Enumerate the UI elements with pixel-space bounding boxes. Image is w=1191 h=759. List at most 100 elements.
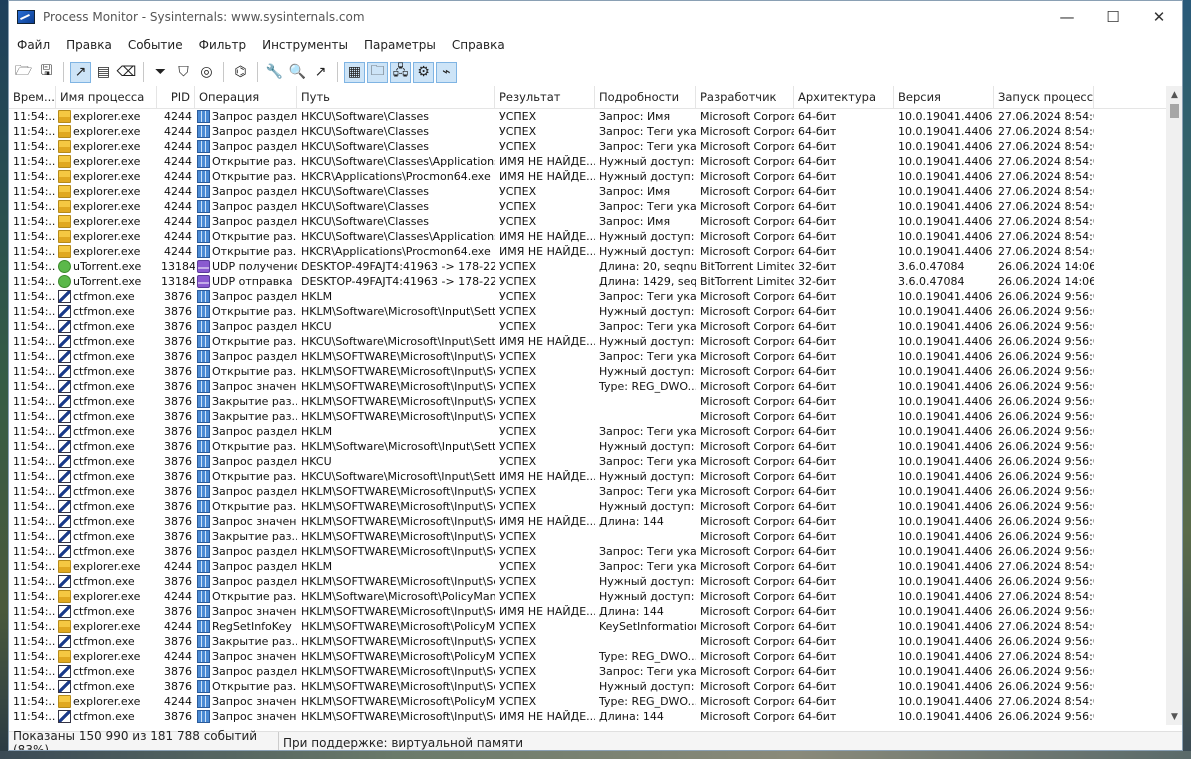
column-header-start-time[interactable]: Запуск процесса xyxy=(994,86,1094,108)
table-row[interactable]: 11:54:... ctfmon.exe 3876 Запрос раздела HKL… xyxy=(9,289,1166,304)
close-button[interactable]: ✕ xyxy=(1136,1,1182,32)
minimize-button[interactable]: — xyxy=(1044,1,1090,32)
show-profiling-icon[interactable]: ⌁ xyxy=(436,61,457,83)
table-row[interactable]: 11:54:... explorer.exe 4244 Запрос раздела H… xyxy=(9,109,1166,124)
table-row[interactable]: 11:54:... ctfmon.exe 3876 Открытие раз... HK… xyxy=(9,499,1166,514)
process-tree-icon[interactable]: ⌬ xyxy=(230,62,251,83)
cell-operation: Закрытие раз... xyxy=(195,409,297,424)
table-row[interactable]: 11:54:... ctfmon.exe 3876 Запрос значен... H… xyxy=(9,379,1166,394)
cell-pid: 3876 xyxy=(164,530,192,543)
table-row[interactable]: 11:54:... explorer.exe 4244 Запрос раздела H… xyxy=(9,214,1166,229)
scroll-down-arrow-icon[interactable]: ▼ xyxy=(1166,708,1182,725)
table-row[interactable]: 11:54:... ctfmon.exe 3876 Запрос раздела HKC… xyxy=(9,454,1166,469)
operation-name: Запрос раздела xyxy=(212,560,297,573)
table-row[interactable]: 11:54:... explorer.exe 4244 Запрос значен..… xyxy=(9,694,1166,709)
menu-edit[interactable]: Правка xyxy=(58,38,120,52)
menu-file[interactable]: Файл xyxy=(9,38,58,52)
show-process-icon[interactable]: ⚙ xyxy=(413,61,434,83)
autoscroll-icon[interactable]: ▤ xyxy=(93,62,114,83)
table-row[interactable]: 11:54:... ctfmon.exe 3876 Закрытие раз... HK… xyxy=(9,634,1166,649)
column-header-version[interactable]: Версия xyxy=(894,86,994,108)
table-row[interactable]: 11:54:... explorer.exe 4244 RegSetInfoKey HK… xyxy=(9,619,1166,634)
table-row[interactable]: 11:54:... ctfmon.exe 3876 Открытие раз... HK… xyxy=(9,364,1166,379)
cell-path: HKCU\Software\Classes\Applications\... xyxy=(301,230,495,243)
vertical-scrollbar[interactable]: ▲ ▼ xyxy=(1166,86,1182,725)
table-row[interactable]: 11:54:... ctfmon.exe 3876 Запрос раздела HKL… xyxy=(9,544,1166,559)
table-row[interactable]: 11:54:... ctfmon.exe 3876 Запрос значен... H… xyxy=(9,709,1166,724)
column-header-detail[interactable]: Подробности xyxy=(595,86,696,108)
table-row[interactable]: 11:54:... ctfmon.exe 3876 Запрос раздела HKL… xyxy=(9,574,1166,589)
table-row[interactable]: 11:54:... ctfmon.exe 3876 Запрос раздела HKL… xyxy=(9,664,1166,679)
table-row[interactable]: 11:54:... explorer.exe 4244 Запрос раздела H… xyxy=(9,124,1166,139)
menu-filter[interactable]: Фильтр xyxy=(191,38,254,52)
column-header-path[interactable]: Путь xyxy=(297,86,495,108)
cell-architecture: 64-бит xyxy=(798,440,837,453)
table-row[interactable]: 11:54:... explorer.exe 4244 Запрос раздела H… xyxy=(9,199,1166,214)
table-row[interactable]: 11:54:... explorer.exe 4244 Запрос значен..… xyxy=(9,649,1166,664)
filter-icon[interactable]: ⏷ xyxy=(150,62,171,83)
table-row[interactable]: 11:54:... ctfmon.exe 3876 Запрос раздела HKC… xyxy=(9,319,1166,334)
table-row[interactable]: 11:54:... explorer.exe 4244 Запрос раздела H… xyxy=(9,559,1166,574)
cell-pid: 3876 xyxy=(164,605,192,618)
properties-icon[interactable]: 🔧 xyxy=(264,62,285,83)
table-row[interactable]: 11:54:... ctfmon.exe 3876 Запрос значен... H… xyxy=(9,604,1166,619)
column-header-architecture[interactable]: Архитектура xyxy=(794,86,894,108)
table-row[interactable]: 11:54:... ctfmon.exe 3876 Открытие раз... HK… xyxy=(9,469,1166,484)
find-icon[interactable]: 🔍 xyxy=(287,62,308,83)
scrollbar-thumb[interactable] xyxy=(1170,104,1179,118)
menu-help[interactable]: Справка xyxy=(444,38,513,52)
cell-result: УСПЕХ xyxy=(499,140,537,153)
include-process-icon[interactable]: ◎ xyxy=(196,62,217,83)
table-row[interactable]: 11:54:... ctfmon.exe 3876 Запрос значен... H… xyxy=(9,514,1166,529)
registry-operation-icon xyxy=(197,695,210,708)
maximize-button[interactable]: ☐ xyxy=(1090,1,1136,32)
table-row[interactable]: 11:54:... ctfmon.exe 3876 Запрос раздела HKL… xyxy=(9,424,1166,439)
menu-options[interactable]: Параметры xyxy=(356,38,444,52)
show-filesystem-icon[interactable]: 🗀 xyxy=(367,61,388,83)
table-row[interactable]: 11:54:... explorer.exe 4244 Запрос раздела H… xyxy=(9,139,1166,154)
table-row[interactable]: 11:54:... ctfmon.exe 3876 Запрос раздела HKL… xyxy=(9,484,1166,499)
table-row[interactable]: 11:54:... uTorrent.exe 13184 UDP отправка DE… xyxy=(9,274,1166,289)
table-row[interactable]: 11:54:... explorer.exe 4244 Открытие раз...… xyxy=(9,169,1166,184)
cell-architecture: 64-бит xyxy=(798,470,837,483)
column-header-process-name[interactable]: Имя процесса xyxy=(56,86,157,108)
menu-tools[interactable]: Инструменты xyxy=(254,38,356,52)
table-row[interactable]: 11:54:... explorer.exe 4244 Открытие раз...… xyxy=(9,229,1166,244)
cell-architecture: 64-бит xyxy=(798,200,837,213)
table-row[interactable]: 11:54:... ctfmon.exe 3876 Открытие раз... HK… xyxy=(9,439,1166,454)
table-row[interactable]: 11:54:... explorer.exe 4244 Запрос раздела H… xyxy=(9,184,1166,199)
highlight-icon[interactable]: ⛉ xyxy=(173,62,194,83)
table-row[interactable]: 11:54:... ctfmon.exe 3876 Запрос раздела HKL… xyxy=(9,349,1166,364)
scroll-up-arrow-icon[interactable]: ▲ xyxy=(1166,86,1182,103)
column-header-pid[interactable]: PID xyxy=(157,86,195,108)
table-row[interactable]: 11:54:... explorer.exe 4244 Открытие раз...… xyxy=(9,244,1166,259)
table-row[interactable]: 11:54:... explorer.exe 4244 Открытие раз...… xyxy=(9,154,1166,169)
open-icon[interactable]: 🗁 xyxy=(13,62,34,83)
table-row[interactable]: 11:54:... ctfmon.exe 3876 Закрытие раз... HK… xyxy=(9,394,1166,409)
show-network-icon[interactable]: 🖧 xyxy=(390,61,411,83)
title-bar[interactable]: Process Monitor - Sysinternals: www.sysi… xyxy=(9,1,1182,32)
table-row[interactable]: 11:54:... ctfmon.exe 3876 Открытие раз... HK… xyxy=(9,304,1166,319)
cell-time: 11:54:... xyxy=(13,485,56,498)
show-registry-icon[interactable]: ▦ xyxy=(344,61,365,83)
table-row[interactable]: 11:54:... ctfmon.exe 3876 Открытие раз... HK… xyxy=(9,679,1166,694)
table-row[interactable]: 11:54:... ctfmon.exe 3876 Закрытие раз... HK… xyxy=(9,409,1166,424)
column-header-company[interactable]: Разработчик xyxy=(696,86,794,108)
table-row[interactable]: 11:54:... ctfmon.exe 3876 Закрытие раз... HK… xyxy=(9,529,1166,544)
menu-event[interactable]: Событие xyxy=(120,38,191,52)
cell-path: HKLM\Software\Microsoft\Input\Settings xyxy=(301,305,495,318)
save-icon[interactable]: 🖫 xyxy=(36,62,57,83)
capture-icon[interactable]: ↗ xyxy=(70,61,91,83)
jump-to-icon[interactable]: ↗ xyxy=(310,62,331,83)
column-header-operation[interactable]: Операция xyxy=(195,86,297,108)
table-row[interactable]: 11:54:... explorer.exe 4244 Открытие раз...… xyxy=(9,589,1166,604)
cell-start-time: 26.06.2024 9:56:08 xyxy=(998,335,1094,348)
event-grid[interactable]: Врем... Имя процесса PID Операция Путь Резуль… xyxy=(9,86,1166,725)
cell-version: 10.0.19041.4406 (... xyxy=(898,110,994,123)
table-row[interactable]: 11:54:... ctfmon.exe 3876 Открытие раз... HK… xyxy=(9,334,1166,349)
column-header-time[interactable]: Врем... xyxy=(9,86,56,108)
clear-icon[interactable]: ⌫ xyxy=(116,62,137,83)
column-header-result[interactable]: Результат xyxy=(495,86,595,108)
table-row[interactable]: 11:54:... uTorrent.exe 13184 UDP получение D… xyxy=(9,259,1166,274)
operation-name: Открытие раз... xyxy=(212,470,297,483)
